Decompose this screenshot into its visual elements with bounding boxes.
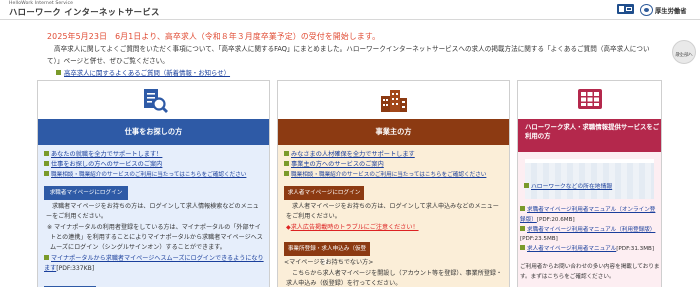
emp-link-services[interactable]: 事業主の方へのサービスのご案内 [291,161,384,168]
pr-manual-pdf-1: [PDF:20.6MB] [536,216,575,223]
list-item[interactable]: 求職者マイページ利用者マニュアル（利用登録版） [PDF:23.5MB] [520,225,660,246]
job-mynaportal-note: ※ マイナポータルの利用者登録をしている方は、マイナポータルの「外部サイトとの連… [47,224,263,252]
bullet-icon [44,151,49,156]
page-top-label-2: 最上部へ [675,53,693,58]
accessibility-badge-icon[interactable] [617,4,634,14]
list-item[interactable]: 求人者マイページ利用者マニュアル[PDF:31.3MB] [520,245,660,255]
bullet-icon [284,161,289,167]
emp-mypage-description: 求人者マイページをお持ちの方は、ログインして求人申込みなどのメニューをご利用くだ… [286,203,499,221]
employer-panel: 事業主の方 みなさまの人材確保を全力でサポートします 事業主の方へのサービスのご… [277,80,510,287]
bullet-icon [520,245,525,251]
list-item[interactable]: あなたの就職を全力でサポートします！ [44,150,246,160]
bullet-icon [56,70,61,75]
emp-link-support[interactable]: みなさまの人材確保を全力でサポートします [291,151,415,158]
pr-map-link[interactable]: ハローワークなどの所在地情報 [531,184,612,190]
notice-body: 高卒求人に関してよくご質問をいただく事項について、「高卒求人に関するFAQ」にま… [47,45,650,65]
pr-manual-link-2[interactable]: 求職者マイページ利用者マニュアル（利用登録版） [527,227,655,233]
job-link-notes[interactable]: 職業相談・職業紹介のサービスのご利用に当たってはこちらをご確認ください [51,172,246,178]
job-mypage-description: 求職者マイページをお持ちの方は、ログインして求人情報検索などのメニューをご利用く… [46,203,259,221]
list-item[interactable]: 職業相談・職業紹介のサービスのご利用に当たってはこちらをご確認ください [44,170,246,180]
job-seeker-title: 仕事をお探しの方 [38,119,269,145]
job-mynaportal-pdf: [PDF:337KB] [56,265,95,273]
bullet-icon [524,183,529,188]
emp-link-notes[interactable]: 職業相談・職業紹介のサービスのご利用に当たってはこちらをご確認ください [291,172,486,178]
pr-footer-text: ご利用者からお問い合わせの多い内容を掲載しております。まずはこちらをご確認くださ… [520,264,660,280]
job-seeker-links: あなたの就職を全力でサポートします！ 仕事をお探しの方へのサービスのご案内 職業… [44,150,246,180]
bullet-icon [44,161,49,167]
service-users-panel: ハローワーク求人・求職情報提供サービスをご利用の方 ハローワークなどの所在地情報… [517,80,662,287]
mhlw-logo-icon[interactable] [640,4,653,16]
list-item[interactable]: 求職者マイページ利用者マニュアル（オンライン登録版）[PDF:20.6MB] [520,206,660,226]
emp-register-description: こちらから求人者マイページを開設し（アカウント等を登録）、事業所登録・求人申込み… [286,270,503,287]
job-link-services[interactable]: 仕事をお探しの方へのサービスのご案内 [51,161,162,168]
job-seeker-panel: 仕事をお探しの方 あなたの就職を全力でサポートします！ 仕事をお探しの方へのサー… [37,80,270,287]
job-search-document-icon [144,89,168,113]
bullet-icon [44,255,49,260]
list-item[interactable]: みなさまの人材確保を全力でサポートします [284,150,486,160]
notice-title: 2025年5月23日 6月1日より、高卒求人（令和８年３月度卒業予定）の受付を開… [47,32,381,41]
location-map-banner[interactable] [525,159,654,199]
list-item[interactable]: ハローワークなどの所在地情報 [524,182,612,192]
notice-faq-link[interactable]: 高卒求人に関するよくあるご質問（新着情報・お知らせ） [56,68,230,77]
bullet-icon [284,151,289,156]
site-logo[interactable]: ハローワーク インターネットサービス [9,6,160,18]
pr-map-link-row: ハローワークなどの所在地情報 [524,182,612,192]
pr-manual-link-3[interactable]: 求人者マイページ利用者マニュアル [527,246,616,252]
list-item[interactable]: 職業相談・職業紹介のサービスのご利用に当たってはこちらをご確認ください [284,170,486,180]
bullet-icon [284,171,289,177]
map-image-icon [525,163,654,199]
bullet-icon [520,206,525,211]
grid-window-icon [578,89,602,109]
emp-mypage-login-button[interactable]: 求人者マイページにログイン [284,186,364,200]
pr-manual-list: 求職者マイページ利用者マニュアル（オンライン登録版）[PDF:20.6MB] 求… [520,206,660,255]
pr-manual-pdf-3: [PDF:31.3MB] [616,246,655,253]
emp-alert-line: ◆求人広告掲載時のトラブルにご注意ください！ [286,223,506,233]
job-mypage-login-button[interactable]: 求職者マイページにログイン [44,186,128,200]
bullet-icon [44,171,49,177]
bullet-icon [520,225,525,231]
site-header: HelloWork Internet Service ハローワーク インターネッ… [0,0,700,20]
employer-links: みなさまの人材確保を全力でサポートします 事業主の方へのサービスのご案内 職業相… [284,150,486,180]
job-link-support[interactable]: あなたの就職を全力でサポートします！ [51,151,162,158]
emp-alert-link[interactable]: 求人広告掲載時のトラブルにご注意ください！ [291,224,419,231]
notice-faq-link-label: 高卒求人に関するよくあるご質問（新着情報・お知らせ） [64,69,231,77]
page-top-button[interactable]: ページ 最上部へ [672,40,696,64]
service-users-title: ハローワーク求人・求職情報提供サービスをご利用の方 [518,119,661,152]
list-item[interactable]: 事業主の方へのサービスのご案内 [284,160,486,170]
employer-title: 事業主の方 [278,119,509,145]
office-buildings-icon [381,90,407,112]
emp-register-button[interactable]: 事業所登録・求人申込み（仮登録） [284,242,370,266]
list-item[interactable]: 仕事をお探しの方へのサービスのご案内 [44,160,246,170]
emp-no-mypage-label: <マイページをお持ちでない方> [284,259,374,266]
pr-manual-pdf-2: [PDF:23.5MB] [520,236,558,243]
job-mynaportal-paragraph: マイナポータルから求職者マイページへスムーズにログインできるようになります[PD… [44,254,266,274]
mhlw-logo-text[interactable]: 厚生労働省 [655,6,686,15]
